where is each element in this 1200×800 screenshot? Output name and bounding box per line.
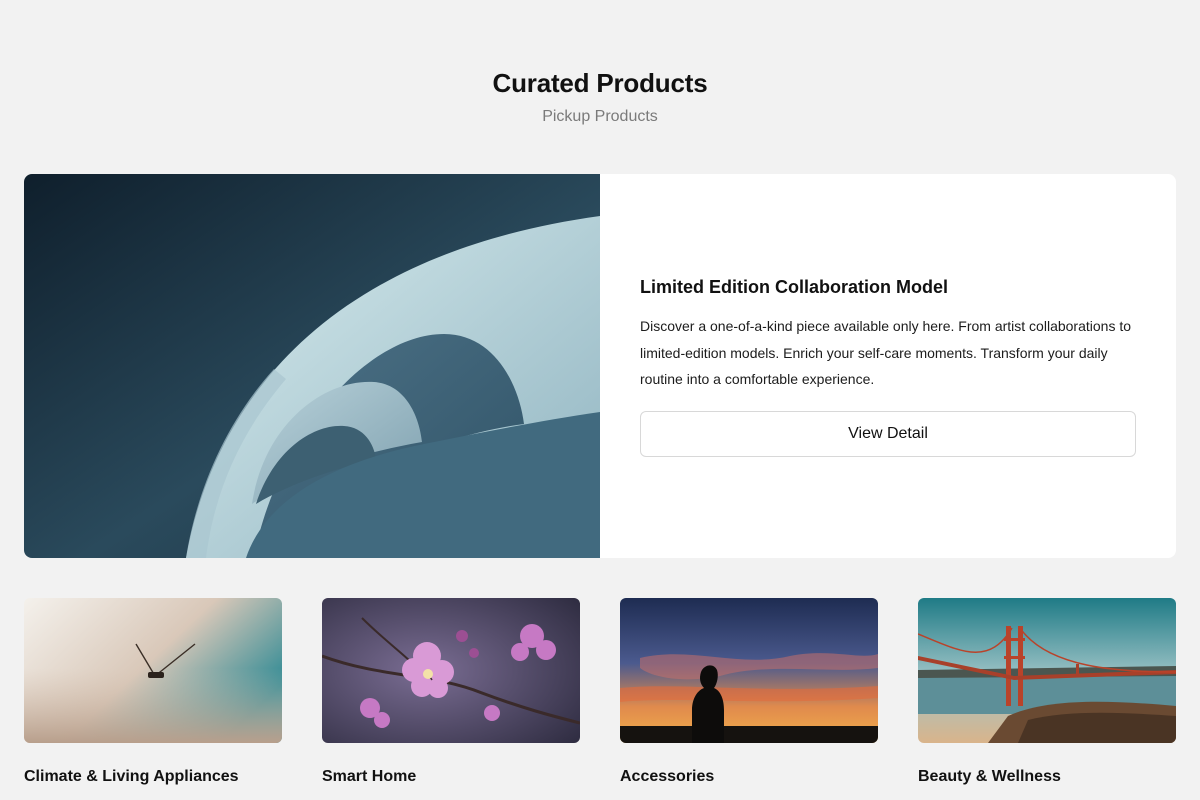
featured-product-description: Discover a one-of-a-kind piece available… (640, 318, 1132, 388)
category-label: Beauty & Wellness (918, 768, 1061, 785)
category-label: Accessories (620, 768, 715, 785)
category-card-accessories[interactable]: Accessories (620, 598, 878, 788)
featured-product-details: Limited Edition Collaboration Model Disc… (600, 174, 1176, 558)
view-detail-button[interactable]: View Detail (640, 410, 1136, 457)
page: Curated Products Pickup Products Limited… (0, 0, 1200, 800)
category-label: Smart Home (322, 768, 417, 785)
section-header: Curated Products Pickup Products (0, 66, 1200, 128)
category-thumbnail[interactable] (24, 598, 282, 743)
category-label: Climate & Living Appliances (24, 768, 239, 785)
category-card-beauty-wellness[interactable]: Beauty & Wellness (918, 598, 1176, 788)
category-thumbnail[interactable] (620, 598, 878, 743)
featured-product-image[interactable] (24, 174, 600, 558)
category-thumbnail[interactable] (918, 598, 1176, 743)
section-subtitle: Pickup Products (542, 108, 658, 125)
category-list: Climate & Living Appliances Smart Home A… (24, 598, 1176, 788)
category-card-climate-living[interactable]: Climate & Living Appliances (24, 598, 282, 788)
section-title: Curated Products (492, 68, 708, 98)
category-card-smart-home[interactable]: Smart Home (322, 598, 580, 788)
featured-product-title: Limited Edition Collaboration Model (640, 277, 948, 298)
featured-product-card: Limited Edition Collaboration Model Disc… (24, 174, 1176, 558)
category-thumbnail[interactable] (322, 598, 580, 743)
